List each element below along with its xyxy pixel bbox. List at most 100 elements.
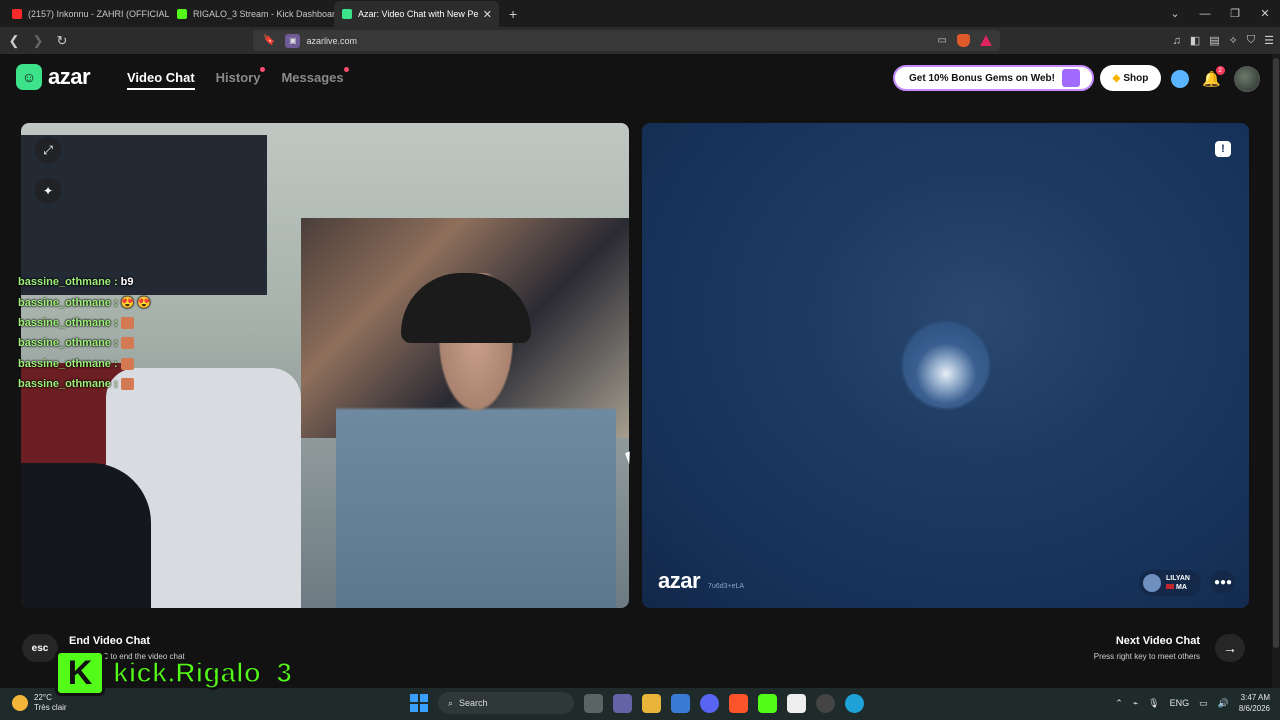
gift-icon (1062, 69, 1080, 87)
next-chat-hint: Press right key to meet others (1093, 652, 1200, 661)
nav-messages-label: Messages (281, 70, 344, 85)
back-button[interactable]: ❮ (4, 33, 24, 49)
partner-chip[interactable]: LILYAN MA (1139, 570, 1201, 596)
start-button[interactable] (410, 694, 428, 712)
chat-user: bassine_othmane : (18, 296, 118, 309)
emote-icon (120, 357, 134, 370)
new-tab-button[interactable]: + (499, 1, 527, 27)
azar-logo-icon: ☺ (16, 64, 42, 90)
profile-avatar[interactable] (1233, 66, 1260, 92)
store-icon[interactable] (671, 693, 690, 713)
discord-icon[interactable] (700, 693, 719, 713)
close-window-button[interactable]: ✕ (1250, 7, 1280, 20)
microphone-icon[interactable]: 🎙 (1148, 698, 1159, 709)
close-tab-icon[interactable]: ✕ (483, 8, 492, 21)
nav-history-label: History (215, 70, 261, 85)
tab-kick[interactable]: RIGALO_3 Stream - Kick Dashboard (169, 1, 334, 27)
bonus-gems-button[interactable]: Get 10% Bonus Gems on Web! (893, 65, 1094, 91)
notification-dot (260, 67, 266, 72)
vpn-icon[interactable]: ⛉ (1247, 34, 1255, 47)
kick-channel-text: kick.Rigalo_3 (112, 656, 292, 689)
obs-icon[interactable] (816, 693, 835, 713)
kick-logo-icon: K (55, 650, 105, 696)
chat-user: bassine_othmane : (18, 337, 118, 350)
menu-icon[interactable]: ☰ (1264, 34, 1274, 47)
kick-app-icon[interactable] (758, 693, 777, 713)
reload-button[interactable]: ↻ (52, 33, 72, 49)
report-icon[interactable]: ! (1215, 141, 1231, 157)
scroll-thumb[interactable] (1273, 58, 1279, 648)
nav-video-chat[interactable]: Video Chat (127, 70, 195, 90)
azar-logo[interactable]: ☺ azar (16, 64, 91, 90)
cast-icon[interactable]: ▭ (938, 35, 947, 46)
clock[interactable]: 3:47 AM 8/6/2026 (1239, 692, 1270, 714)
wallet-icon[interactable]: ▤ (1209, 34, 1219, 47)
expand-icon[interactable]: ⤢ (35, 137, 61, 163)
pirate-flag (21, 135, 267, 295)
shop-button[interactable]: ◆ Shop (1100, 65, 1161, 91)
forward-button[interactable]: ❯ (28, 33, 48, 49)
partner-video-panel: ! azar 7u6d3+eLA LILYAN MA ●●● (642, 123, 1249, 608)
emote-icon (120, 337, 134, 350)
scrollbar[interactable] (1272, 54, 1280, 688)
minimize-button[interactable]: — (1190, 8, 1220, 20)
brave-shield-icon[interactable] (957, 34, 970, 47)
tab-title: Azar: Video Chat with New Pe (358, 9, 479, 19)
chat-bubble-icon[interactable] (1171, 70, 1189, 88)
address-bar[interactable]: 🔖 ▣ azarlive.com ▭ (253, 30, 1000, 51)
partner-avatar (1143, 574, 1161, 592)
network-icon[interactable]: ⌁ (1133, 698, 1138, 709)
sidebar-icon[interactable]: ◧ (1190, 34, 1200, 47)
sun-icon (12, 695, 28, 711)
azar-app: ☺ azar Video Chat History Messages Get 1… (0, 54, 1280, 688)
next-chat-title: Next Video Chat (1115, 635, 1200, 647)
taskbar-search[interactable]: ⌕ Search (438, 692, 574, 714)
emote-icon (120, 316, 134, 329)
partner-name: LILYAN (1166, 575, 1190, 582)
leo-ai-icon[interactable]: ✧ (1229, 34, 1238, 47)
task-view-icon[interactable] (584, 693, 603, 713)
url-text[interactable]: azarlive.com (306, 36, 357, 46)
chat-line: bassine_othmane : 😍 😍 (18, 292, 151, 312)
tab-list-icon[interactable]: ⌄ (1160, 7, 1190, 20)
nav-history[interactable]: History (215, 67, 266, 90)
main-nav: Video Chat History Messages (127, 67, 349, 90)
bell-icon[interactable]: 🔔 2 (1202, 66, 1225, 88)
weather-widget[interactable]: 22°C Très clair (12, 693, 67, 713)
microphone (21, 463, 151, 608)
edge-icon[interactable] (845, 693, 864, 713)
teams-icon[interactable] (613, 693, 632, 713)
notification-dot (343, 67, 349, 72)
tab-azar[interactable]: Azar: Video Chat with New Pe ✕ (334, 1, 499, 27)
maximize-button[interactable]: ❐ (1220, 7, 1250, 20)
volume-icon[interactable]: 🔊 (1218, 698, 1229, 709)
next-arrow-button[interactable]: → (1215, 634, 1245, 662)
file-explorer-icon[interactable] (642, 693, 661, 713)
kick-stream-overlay: K kick.Rigalo_3 (55, 650, 293, 696)
capcut-icon[interactable] (787, 693, 806, 713)
kick-icon (177, 9, 187, 19)
time: 3:47 AM (1240, 693, 1270, 702)
site-info-icon[interactable]: ▣ (285, 33, 301, 48)
emote-icon (120, 378, 134, 391)
end-chat-title: End Video Chat (69, 635, 151, 647)
bookmark-icon[interactable]: 🔖 (263, 35, 275, 46)
shop-label: Shop (1123, 72, 1149, 84)
chat-user: bassine_othmane : (18, 378, 118, 391)
display-icon[interactable]: ▭ (1199, 698, 1208, 709)
message-icon[interactable]: ●●● (1211, 570, 1235, 594)
tab-youtube[interactable]: (2157) Inkonnu - ZAHRI (OFFICIAL AU (4, 1, 169, 27)
watermark-code: 7u6d3+eLA (708, 583, 745, 590)
language-indicator[interactable]: ENG (1170, 698, 1190, 708)
nav-messages[interactable]: Messages (281, 67, 349, 90)
chat-user: bassine_othmane : (18, 357, 118, 370)
effects-wand-icon[interactable]: ✦ (35, 178, 61, 204)
esc-button[interactable]: esc (22, 634, 58, 662)
gem-icon: ◆ (1112, 72, 1121, 84)
chevron-up-icon[interactable]: ⌃ (1115, 698, 1123, 709)
media-icon[interactable]: ♫ (1173, 35, 1181, 47)
chat-user: bassine_othmane : (18, 316, 118, 329)
brave-icon[interactable] (729, 693, 748, 713)
brave-rewards-icon[interactable] (980, 35, 992, 46)
system-tray: ⌃ ⌁ 🎙 ENG ▭ 🔊 3:47 AM 8/6/2026 (1115, 692, 1270, 714)
